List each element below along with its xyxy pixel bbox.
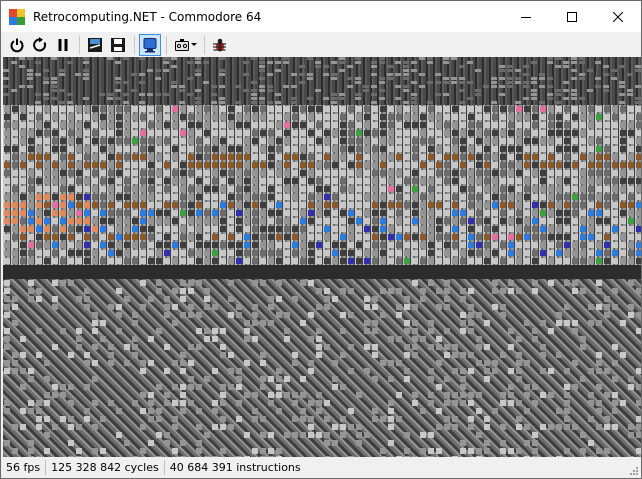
instructions-label: 40 684 391 instructions	[169, 461, 301, 474]
chevron-down-icon	[190, 43, 197, 46]
toolbar-separator	[166, 35, 167, 54]
maximize-button[interactable]	[549, 1, 595, 32]
debug-button[interactable]	[209, 34, 231, 56]
save-disk-icon	[111, 37, 125, 52]
power-icon	[10, 38, 24, 52]
resize-grip-icon[interactable]	[629, 466, 639, 476]
reset-icon	[33, 36, 47, 51]
emulator-screen[interactable]	[3, 57, 641, 457]
minimize-icon	[521, 16, 531, 18]
screen-graphics	[3, 57, 641, 457]
pause-button[interactable]	[52, 34, 74, 56]
emulator-window: Retrocomputing.NET - Commodore 64 56 fps…	[0, 0, 642, 479]
toolbar-separator	[204, 35, 205, 54]
pause-icon	[58, 38, 68, 51]
save-disk-button[interactable]	[107, 34, 129, 56]
toolbar-separator	[79, 35, 80, 54]
load-disk-button[interactable]	[84, 34, 106, 56]
monitor-button[interactable]	[139, 33, 161, 56]
window-title: Retrocomputing.NET - Commodore 64	[33, 9, 262, 24]
maximize-icon	[567, 11, 577, 22]
cycles-label: 125 328 842 cycles	[51, 461, 159, 474]
close-icon	[613, 11, 623, 22]
tape-dropdown-button[interactable]	[171, 34, 199, 56]
toolbar	[1, 32, 641, 57]
app-icon	[9, 8, 25, 25]
power-button[interactable]	[6, 34, 28, 56]
fps-label: 56 fps	[6, 461, 41, 474]
minimize-button[interactable]	[503, 1, 549, 32]
tape-icon	[174, 38, 189, 51]
monitor-icon	[143, 37, 157, 52]
toolbar-separator	[134, 35, 135, 54]
reset-button[interactable]	[29, 34, 51, 56]
close-button[interactable]	[595, 1, 641, 32]
load-disk-icon	[88, 37, 102, 52]
title-bar[interactable]: Retrocomputing.NET - Commodore 64	[1, 1, 641, 32]
debug-bug-icon	[213, 38, 226, 51]
status-bar: 56 fps 125 328 842 cycles 40 684 391 ins…	[1, 457, 641, 478]
